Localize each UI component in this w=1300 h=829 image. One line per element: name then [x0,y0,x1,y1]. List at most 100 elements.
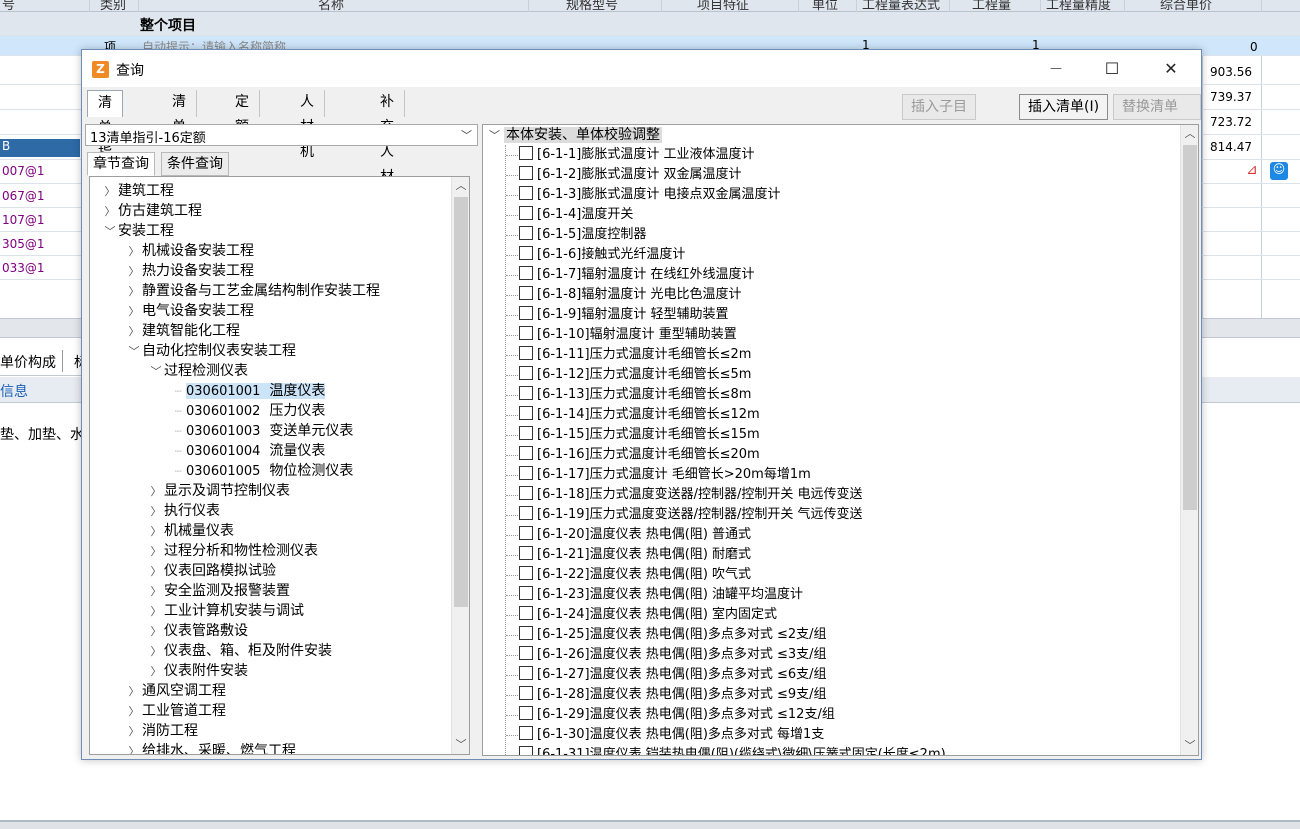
quota-checkbox[interactable] [519,366,533,380]
quota-checkbox[interactable] [519,326,533,340]
quota-list-item[interactable]: [6-1-24]温度仪表 热电偶(阻) 室内固定式 [519,605,777,625]
quota-checkbox[interactable] [519,466,533,480]
tree-node-item[interactable]: ﹀ 自动化控制仪表安装工程 [126,341,297,361]
chevron-right-icon[interactable]: 〉 [148,642,164,662]
tree-node-item[interactable]: 〉安全监测及报警装置 [148,581,291,602]
chevron-right-icon[interactable]: 〉 [148,502,164,522]
chevron-right-icon[interactable]: 〉 [126,322,142,342]
close-button[interactable]: ✕ [1148,50,1194,87]
col-header-qty[interactable]: 工程量 [972,0,1011,11]
chevron-right-icon[interactable]: 〉 [126,262,142,282]
subtab-chapter-query[interactable]: 章节查询 [87,152,155,176]
quota-checkbox[interactable] [519,226,533,240]
quota-list-item[interactable]: [6-1-5]温度控制器 [519,225,646,245]
quota-list-item[interactable]: [6-1-27]温度仪表 热电偶(阻)多点多对式 ≤6支/组 [519,665,827,685]
dialog-titlebar[interactable]: Z 查询 — ☐ ✕ [82,50,1201,87]
quota-checkbox[interactable] [519,306,533,320]
tab-materials[interactable]: 人材机 [290,90,325,160]
tree-leaf-item[interactable]: ┈ 030601002 压力仪表 [170,401,326,421]
tree-leaf-item[interactable]: ┈ 030601004 流量仪表 [170,441,326,461]
quota-checkbox[interactable] [519,386,533,400]
quota-checkbox[interactable] [519,706,533,720]
tree-node-item[interactable]: 〉仿古建筑工程 [102,201,203,221]
quota-checkbox[interactable] [519,206,533,220]
tree-node-item[interactable]: 〉热力设备安装工程 [126,261,255,282]
quota-list-item[interactable]: [6-1-21]温度仪表 热电偶(阻) 耐磨式 [519,545,751,565]
chevron-right-icon[interactable]: 〉 [126,702,142,722]
chevron-right-icon[interactable]: 〉 [102,182,118,202]
quota-list-item[interactable]: [6-1-2]膨胀式温度计 双金属温度计 [519,165,741,185]
scroll-up-icon[interactable]: ︿ [452,177,469,195]
tree-node-item[interactable]: 〉建筑智能化工程 [126,321,241,342]
chevron-right-icon[interactable]: 〉 [126,302,142,322]
quota-list-item[interactable]: [6-1-11]压力式温度计毛细管长≤2m [519,345,751,365]
chevron-right-icon[interactable]: 〉 [148,602,164,622]
tab-list[interactable]: 清单 [162,90,197,135]
quota-list-item[interactable]: [6-1-9]辐射温度计 轻型辅助装置 [519,305,728,325]
chevron-right-icon[interactable]: 〉 [148,522,164,542]
quota-list-item[interactable]: [6-1-19]压力式温度变送器/控制器/控制开关 气远传变送 [519,505,863,525]
quota-checkbox[interactable] [519,746,533,755]
chevron-down-icon[interactable]: ﹀ [102,222,118,242]
col-header-spec[interactable]: 规格型号 [566,0,618,11]
col-header-qty-expr[interactable]: 工程量表达式 [862,0,940,11]
tree-node-item[interactable]: 〉过程分析和物性检测仪表 [148,541,319,562]
quota-checkbox[interactable] [519,686,533,700]
chevron-right-icon[interactable]: 〉 [148,582,164,602]
scroll-down-icon[interactable]: ﹀ [1181,737,1198,755]
tab-supplementary-materials[interactable]: 补充人材机 [370,90,405,210]
quota-list-item[interactable]: [6-1-13]压力式温度计毛细管长≤8m [519,385,751,405]
quota-checkbox[interactable] [519,426,533,440]
col-header-precision[interactable]: 工程量精度 [1046,0,1111,11]
quota-checkbox[interactable] [519,506,533,520]
lower-tab-price[interactable]: 单价构成 [0,352,56,372]
quota-checkbox[interactable] [519,486,533,500]
quota-checkbox[interactable] [519,286,533,300]
chevron-right-icon[interactable]: 〉 [148,542,164,562]
tree-scrollbar[interactable]: ︿ ﹀ [451,177,469,754]
list-scrollbar[interactable]: ︿ ﹀ [1180,125,1198,755]
user-icon[interactable]: ☺ [1270,162,1288,180]
tree-node-item[interactable]: 〉工业管道工程 [126,701,227,722]
code-column-header[interactable]: B [0,139,80,157]
item-price[interactable]: 0 [1250,40,1258,54]
quota-list-item[interactable]: [6-1-1]膨胀式温度计 工业液体温度计 [519,145,754,165]
chevron-down-icon[interactable]: ﹀ [148,362,164,382]
quota-checkbox[interactable] [519,266,533,280]
tree-node-item[interactable]: 〉消防工程 [126,721,199,742]
quota-list[interactable]: ﹀ 本体安装、单体校验调整 [6-1-1]膨胀式温度计 工业液体温度计 [6-1-2… [482,124,1199,756]
tree-node-item[interactable]: 〉工业计算机安装与调试 [148,601,305,622]
chevron-down-icon[interactable]: ﹀ [489,129,500,142]
quota-list-item[interactable]: [6-1-29]温度仪表 热电偶(阻)多点多对式 ≤12支/组 [519,705,835,725]
maximize-button[interactable]: ☐ [1089,50,1135,87]
scroll-down-icon[interactable]: ﹀ [452,736,469,754]
tree-node-item[interactable]: 〉执行仪表 [148,501,221,522]
chevron-right-icon[interactable]: 〉 [126,722,142,742]
quota-checkbox[interactable] [519,646,533,660]
tab-quota[interactable]: 定额 [225,90,260,135]
chapter-tree[interactable]: 〉建筑工程〉仿古建筑工程 ﹀ 安装工程〉机械设备安装工程〉热力设备安装工程〉静置设备… [89,176,470,755]
col-header-price[interactable]: 综合单价 [1160,0,1212,11]
tree-node-item[interactable]: 〉给排水、采暖、燃气工程 [126,741,297,754]
quota-list-item[interactable]: [6-1-18]压力式温度变送器/控制器/控制开关 电远传变送 [519,485,863,505]
quota-checkbox[interactable] [519,526,533,540]
subtab-condition-query[interactable]: 条件查询 [161,152,229,176]
col-header-code[interactable]: 号 [2,0,15,11]
quota-list-item[interactable]: [6-1-16]压力式温度计毛细管长≤20m [519,445,760,465]
tree-leaf-item[interactable]: ┈ 030601005 物位检测仪表 [170,461,354,481]
quota-list-item[interactable]: [6-1-6]接触式光纤温度计 [519,245,685,265]
quota-list-item[interactable]: [6-1-25]温度仪表 热电偶(阻)多点多对式 ≤2支/组 [519,625,827,645]
quota-list-item[interactable]: [6-1-12]压力式温度计毛细管长≤5m [519,365,751,385]
quota-checkbox[interactable] [519,586,533,600]
tree-node-item[interactable]: 〉仪表附件安装 [148,661,249,681]
quota-checkbox[interactable] [519,346,533,360]
chevron-right-icon[interactable]: 〉 [148,562,164,582]
quota-checkbox[interactable] [519,246,533,260]
quota-list-item[interactable]: [6-1-10]辐射温度计 重型辅助装置 [519,325,737,345]
quota-checkbox[interactable] [519,606,533,620]
pdf-icon[interactable]: ⊿ [1243,162,1261,180]
guide-library-select[interactable]: 13清单指引-16定额 ﹀ [85,124,478,146]
quota-checkbox[interactable] [519,186,533,200]
tab-list-guide[interactable]: 清单指引 [87,90,123,186]
col-header-feature[interactable]: 项目特征 [697,0,749,11]
